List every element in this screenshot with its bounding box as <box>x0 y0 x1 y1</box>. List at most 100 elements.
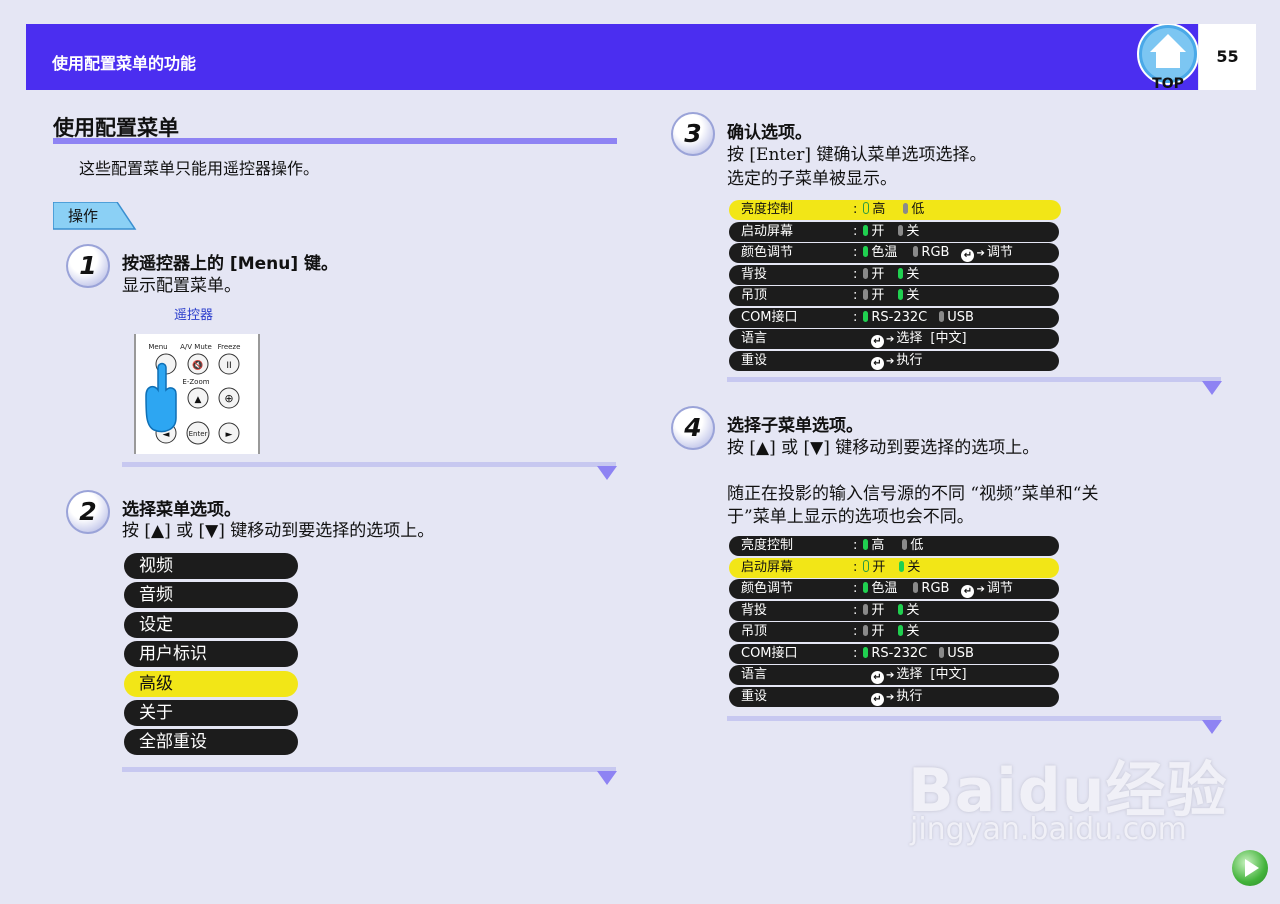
remote-label: 遥控器 <box>174 308 214 323</box>
settings-row-value: : 高 低 <box>853 536 923 556</box>
settings-option: 关 <box>906 624 920 639</box>
settings-colon: : <box>853 645 858 661</box>
settings-row[interactable]: 背投: 开 关 <box>729 600 1059 621</box>
settings-row[interactable]: 吊顶: 开 关 <box>729 286 1059 306</box>
svg-text:▲: ▲ <box>195 395 202 405</box>
settings-option: 开 <box>872 559 886 575</box>
settings-option: 关 <box>907 559 921 575</box>
arrow-right-icon: ➔ <box>886 355 895 367</box>
settings-row[interactable]: 语言 ↵ ➔ 选择 [中文] <box>729 329 1059 349</box>
settings-row-value: : 高 低 <box>853 200 924 220</box>
top-label: TOP <box>1152 76 1184 90</box>
menu-item[interactable]: 视频 <box>124 553 298 579</box>
settings-row[interactable]: 吊顶: 开 关 <box>729 622 1059 642</box>
settings-row[interactable]: 语言 ↵ ➔ 选择 [中文] <box>729 665 1059 685</box>
settings-row-label: 背投 <box>741 266 768 282</box>
step-1-title: 按遥控器上的 [Menu] 键。 <box>122 254 339 274</box>
radio-indicator-icon <box>898 289 904 300</box>
settings-option: USB <box>947 309 974 325</box>
menu-item[interactable]: 设定 <box>124 611 298 638</box>
arrow-right-icon: ➔ <box>976 584 985 595</box>
menu-item[interactable]: 高级 <box>124 670 298 697</box>
settings-option: 开 <box>871 223 885 239</box>
settings-row-label: 颜色调节 <box>741 245 794 260</box>
settings-row[interactable]: 颜色调节: 色温 RGB ↵ ➔ 调节 <box>729 243 1059 263</box>
settings-row[interactable]: COM接口: RS-232C USB <box>729 643 1059 664</box>
settings-row[interactable]: 亮度控制 : 高 低 <box>729 200 1061 220</box>
settings-row-value: : 色温 RGB ↵ ➔ 调节 <box>853 243 1013 264</box>
settings-row[interactable]: 颜色调节: 色温 RGB ↵ ➔ 调节 <box>729 579 1059 599</box>
settings-option: 开 <box>871 288 885 303</box>
header-title: 使用配置菜单的功能 <box>52 54 197 73</box>
settings-row-label: 重设 <box>741 688 768 704</box>
top-home-icon[interactable]: TOP <box>1136 24 1200 90</box>
radio-indicator-icon <box>898 603 904 615</box>
settings-row-value: : 开 关 <box>853 558 920 578</box>
page-number: 55 <box>1216 47 1239 66</box>
settings-colon: : <box>853 266 858 282</box>
settings-row[interactable]: 重设 ↵ ➔ 执行 <box>729 350 1059 371</box>
settings-option: 关 <box>906 288 920 303</box>
settings-colon: : <box>853 288 858 303</box>
settings-row-value: : RS-232C USB <box>853 644 974 664</box>
settings-row-value: : 开 关 <box>853 622 919 642</box>
step-2-divider-arrow <box>597 771 617 785</box>
radio-indicator-icon <box>863 224 869 236</box>
settings-row-label: 亮度控制 <box>741 202 794 217</box>
settings-row-value: : 开 关 <box>853 286 919 306</box>
settings-option: 低 <box>910 538 924 553</box>
settings-option: RGB <box>921 245 950 260</box>
settings-option: RS-232C <box>871 309 928 325</box>
menu-item[interactable]: 关于 <box>124 700 298 726</box>
radio-indicator-icon <box>863 310 869 322</box>
step-4-badge: 4 <box>671 406 715 450</box>
radio-indicator-icon <box>863 625 869 636</box>
next-page-arrow-icon[interactable] <box>1232 850 1268 886</box>
radio-indicator-icon <box>863 539 869 550</box>
settings-colon: : <box>853 559 858 575</box>
step-1-badge: 1 <box>66 244 110 288</box>
settings-row[interactable]: 启动屏幕: 开 关 <box>729 557 1059 578</box>
settings-row-value: : 开 关 <box>853 222 919 242</box>
settings-row-value: : 开 关 <box>853 265 919 285</box>
settings-option: 色温 <box>871 245 898 260</box>
settings-option: 低 <box>911 202 925 217</box>
radio-indicator-icon <box>939 646 945 658</box>
settings-colon: : <box>853 309 858 325</box>
radio-indicator-icon <box>898 625 904 636</box>
radio-indicator-icon <box>863 267 869 279</box>
settings-option: 关 <box>906 602 920 618</box>
settings-colon: : <box>853 624 858 639</box>
settings-option: 开 <box>871 266 885 282</box>
settings-row[interactable]: 亮度控制: 高 低 <box>729 536 1059 556</box>
settings-row[interactable]: 启动屏幕 : 开 关 <box>729 221 1059 242</box>
settings-row-label: 语言 <box>741 331 768 346</box>
menu-item[interactable]: 全部重设 <box>124 729 298 756</box>
remote-avmute-label: A/V Mute <box>180 343 212 351</box>
radio-indicator-icon <box>903 203 909 214</box>
settings-row[interactable]: 背投: 开 关 <box>729 264 1059 285</box>
settings-row[interactable]: COM接口: RS-232C USB <box>729 307 1059 328</box>
settings-option: RS-232C <box>871 645 928 661</box>
settings-colon: : <box>853 602 858 618</box>
settings-row-label: 背投 <box>741 602 768 618</box>
settings-row-label: 启动屏幕 <box>741 223 794 239</box>
settings-option: 调节 <box>986 245 1013 260</box>
settings-option: 高 <box>871 538 885 553</box>
settings-row-label: COM接口 <box>741 309 798 325</box>
menu-item[interactable]: 音频 <box>124 582 298 609</box>
step-4-text-2: 随正在投影的输入信号源的不同 “视频”菜单和“关 <box>727 484 1099 504</box>
settings-option: [中文] <box>930 667 967 682</box>
settings-row-label: 吊顶 <box>741 288 768 303</box>
radio-indicator-icon <box>863 582 869 593</box>
menu-item[interactable]: 用户标识 <box>124 641 298 668</box>
settings-row[interactable]: 重设 ↵ ➔ 执行 <box>729 686 1059 707</box>
step-3-text-2: 选定的子菜单被显示。 <box>727 169 897 189</box>
settings-row-label: COM接口 <box>741 645 798 661</box>
settings-option: [中文] <box>930 331 967 346</box>
settings-option: 关 <box>906 266 920 282</box>
radio-indicator-icon <box>913 246 919 257</box>
settings-row-value: : RS-232C USB <box>853 308 974 328</box>
remote-menu-label: Menu <box>148 343 167 351</box>
enter-icon: ↵ <box>961 249 975 262</box>
